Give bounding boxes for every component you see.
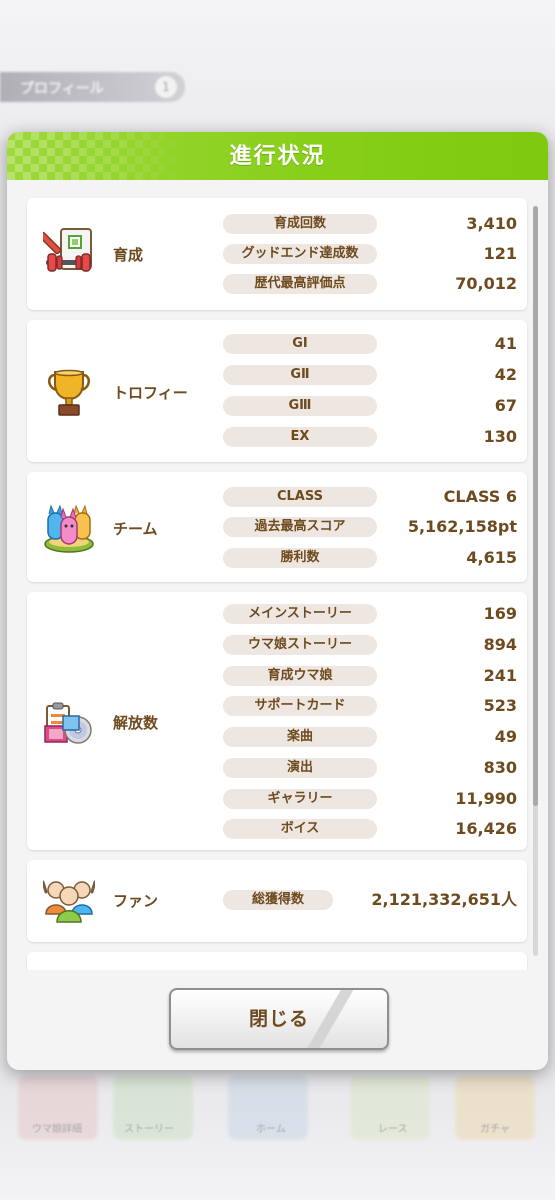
unlock-icon	[44, 702, 92, 744]
training-label: 育成	[113, 246, 144, 264]
dialog-title: 進行状況	[229, 144, 326, 169]
stat-label: ボイス	[223, 819, 377, 839]
stat-value: 894	[483, 635, 517, 654]
stat-label: EX	[223, 427, 377, 447]
stat-label: GⅢ	[223, 396, 377, 416]
stats-scroll-area[interactable]: 育成 育成回数 3,410 グッドエンド達成数 121 歴代最高評価点 70,0…	[17, 190, 537, 970]
stat-value: 49	[494, 727, 517, 746]
stat-value: CLASS 6	[443, 487, 517, 506]
nav-label: ストーリー	[124, 1124, 174, 1135]
stat-label: 総獲得数	[223, 890, 333, 910]
scrollbar[interactable]	[533, 206, 538, 956]
stat-value: 4,615	[466, 548, 517, 567]
profile-tab-number: 1	[155, 76, 177, 98]
stat-label: グッドエンド達成数	[223, 244, 377, 264]
close-button[interactable]: 閉じる	[169, 988, 389, 1050]
stat-label: GⅠ	[223, 334, 377, 354]
stat-value: 67	[494, 396, 517, 415]
nav-label: ホーム	[256, 1124, 286, 1135]
stat-value: 169	[483, 604, 517, 623]
stat-value: 3,410	[466, 214, 517, 233]
trophy-label: トロフィー	[113, 384, 188, 402]
stat-label: 育成回数	[223, 214, 377, 234]
training-card: 育成 育成回数 3,410 グッドエンド達成数 121 歴代最高評価点 70,0…	[27, 198, 527, 310]
stat-label: CLASS	[223, 487, 377, 507]
nav-label: ガチャ	[480, 1124, 510, 1135]
stat-value: 70,012	[455, 274, 517, 293]
trophy-icon	[48, 369, 90, 416]
stat-label: 勝利数	[223, 548, 377, 568]
stat-value: 5,162,158pt	[407, 517, 517, 536]
next-card-partial	[27, 952, 527, 970]
unlock-card: 解放数 メインストーリー 169 ウマ娘ストーリー 894 育成ウマ娘 241 …	[27, 592, 527, 850]
stat-value: 830	[483, 758, 517, 777]
progress-dialog: 進行状況 育成 育成回数 3,410 グッドエンド達成数 121 歴代最高評価点…	[7, 132, 548, 1070]
team-card: チーム CLASS CLASS 6 過去最高スコア 5,162,158pt 勝利…	[27, 472, 527, 582]
unlock-label: 解放数	[113, 714, 159, 732]
stat-value: 16,426	[455, 819, 517, 838]
stat-value: 241	[483, 666, 517, 685]
stat-label: ウマ娘ストーリー	[223, 635, 377, 655]
stat-label: GⅡ	[223, 365, 377, 385]
stat-label: 演出	[223, 758, 377, 778]
stat-label: 育成ウマ娘	[223, 666, 377, 686]
background-top	[0, 0, 555, 140]
training-icon	[43, 228, 92, 272]
stat-value: 130	[483, 427, 517, 446]
stat-label: ギャラリー	[223, 789, 377, 809]
fans-label: ファン	[113, 892, 159, 910]
team-icon	[44, 504, 94, 553]
fans-card: ファン 総獲得数 2,121,332,651人	[27, 860, 527, 942]
fans-icon	[43, 880, 95, 923]
stat-label: メインストーリー	[223, 604, 377, 624]
scrollbar-thumb[interactable]	[533, 206, 538, 806]
profile-tab-label: プロフィール	[20, 81, 104, 97]
team-label: チーム	[113, 520, 158, 538]
stat-label: サポートカード	[223, 696, 377, 716]
stat-value: 41	[494, 334, 517, 353]
stat-value: 2,121,332,651人	[371, 890, 517, 909]
nav-label: レース	[378, 1124, 408, 1135]
stat-value: 42	[494, 365, 517, 384]
stat-label: 歴代最高評価点	[223, 274, 377, 294]
profile-tab: プロフィール 1	[0, 72, 185, 102]
dialog-header: 進行状況	[7, 132, 548, 180]
stat-value: 11,990	[455, 789, 517, 808]
stat-label: 過去最高スコア	[223, 517, 377, 537]
stat-value: 523	[483, 696, 517, 715]
stat-label: 楽曲	[223, 727, 377, 747]
close-button-label: 閉じる	[248, 1008, 309, 1030]
trophy-card: トロフィー GⅠ 41 GⅡ 42 GⅢ 67 EX 130	[27, 320, 527, 462]
stat-value: 121	[483, 244, 517, 263]
nav-label: ウマ娘詳細	[32, 1124, 82, 1135]
